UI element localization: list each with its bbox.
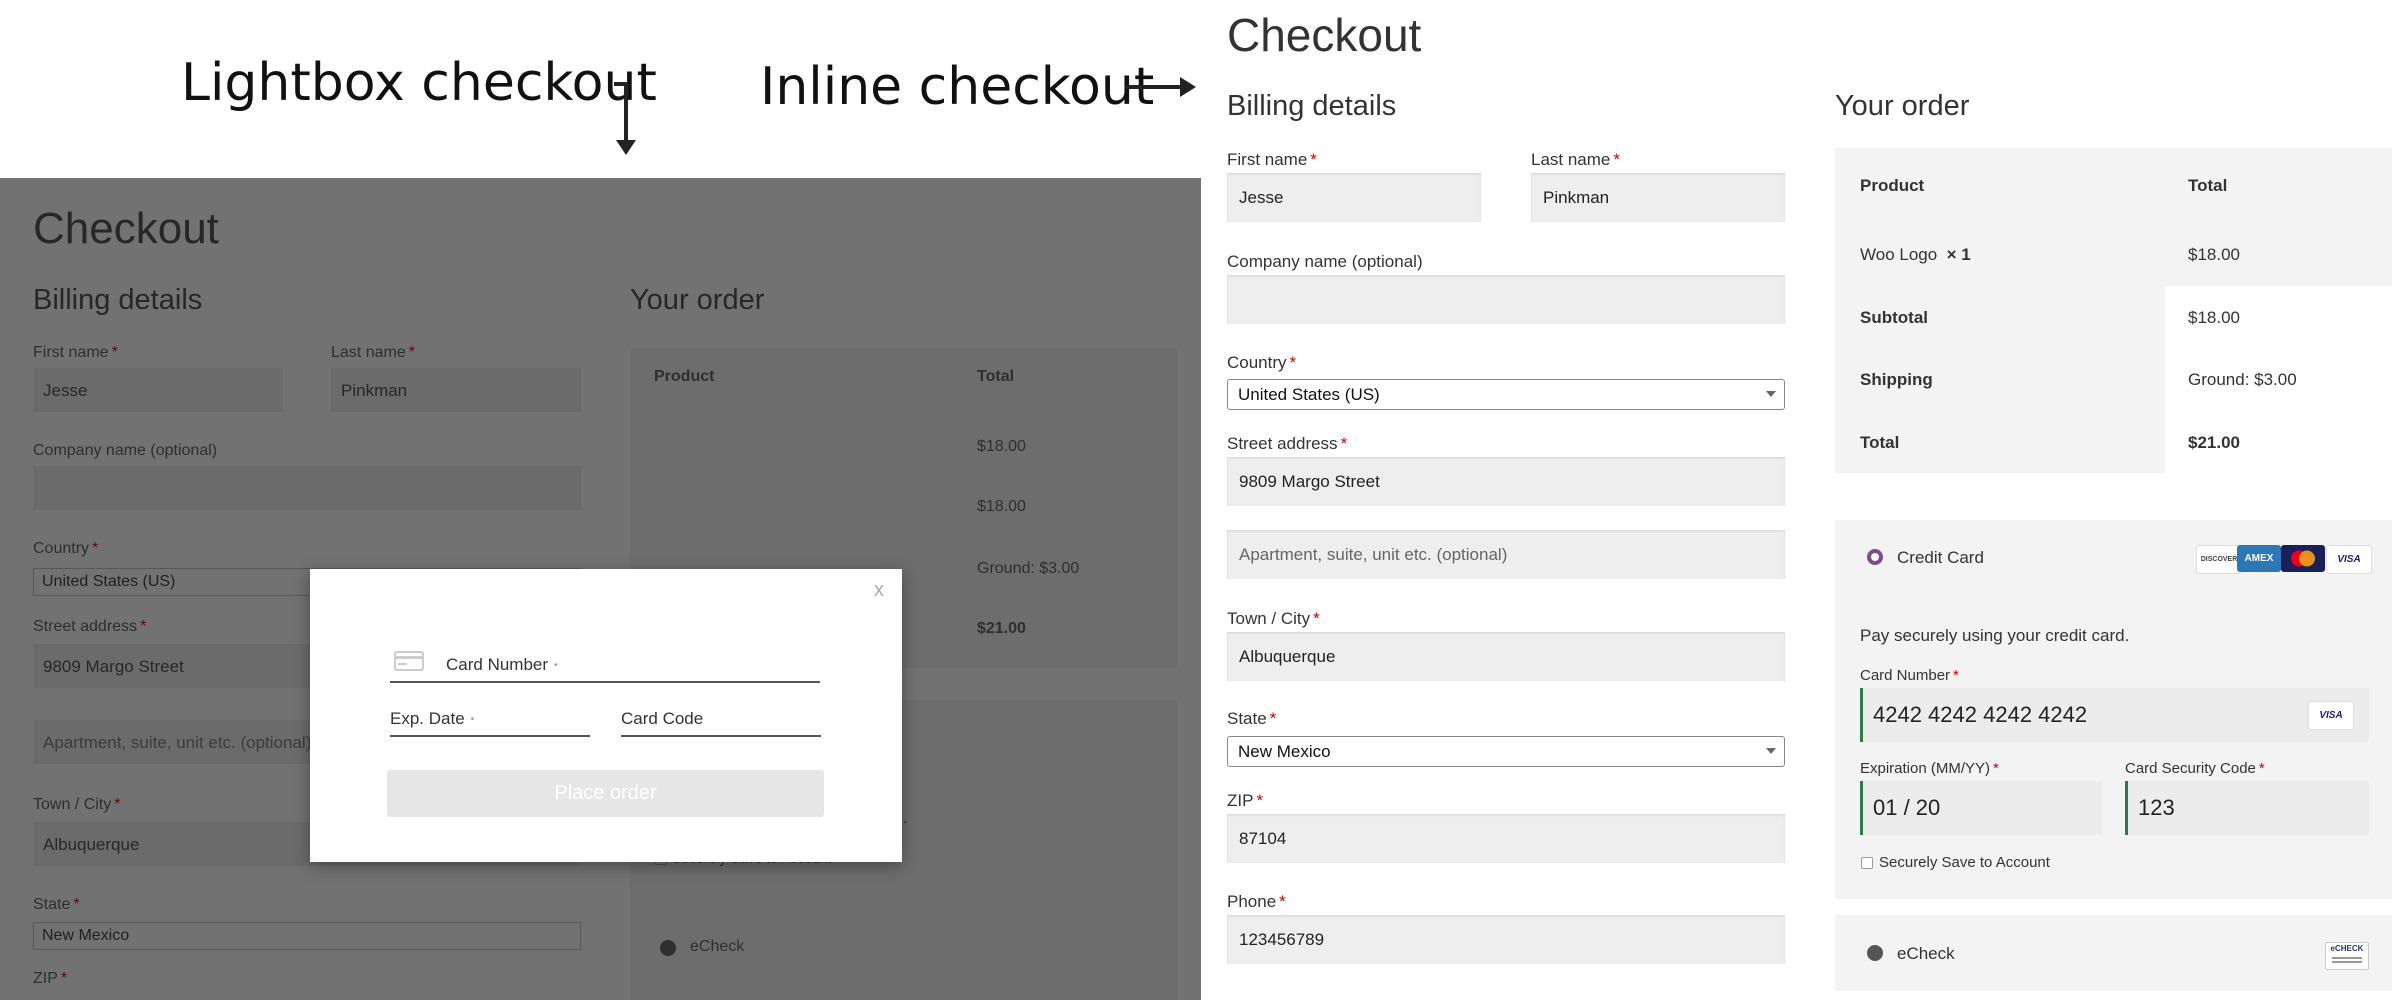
subtotal-label: Subtotal	[1860, 308, 1928, 327]
down-arrow-icon	[606, 82, 646, 158]
csc-field[interactable]: 123	[2125, 781, 2369, 835]
subtotal-value: $18.00	[2188, 308, 2240, 327]
card-number-label: Card Number *	[1860, 667, 1959, 684]
state-label: State*	[1227, 709, 1277, 728]
modal-exp-date-field[interactable]: Exp. Date •	[390, 699, 590, 737]
city-field[interactable]: Albuquerque	[1227, 632, 1785, 681]
state-select[interactable]: New Mexico	[1227, 736, 1785, 767]
last-name-label: Last name*	[1531, 150, 1621, 169]
chevron-down-icon	[1766, 391, 1776, 397]
total-value: $21.00	[2188, 433, 2240, 452]
expiration-field[interactable]: 01 / 20	[1860, 781, 2102, 835]
street2-field[interactable]: Apartment, suite, unit etc. (optional)	[1227, 530, 1785, 579]
first-name-field[interactable]: Jesse	[1227, 173, 1481, 222]
echeck-radio[interactable]	[1867, 945, 1883, 961]
zip-label: ZIP*	[1227, 791, 1264, 810]
credit-card-label: Credit Card	[1897, 548, 1984, 567]
billing-heading: Billing details	[1227, 90, 1397, 122]
first-name-label: First name*	[1227, 150, 1317, 169]
shipping-value: Ground: $3.00	[2188, 370, 2297, 389]
col-total: Total	[2188, 176, 2228, 195]
phone-field[interactable]: 123456789	[1227, 915, 1785, 964]
mastercard-logo-icon	[2281, 545, 2325, 572]
last-name-field[interactable]: Pinkman	[1531, 173, 1785, 222]
credit-card-radio[interactable]	[1867, 549, 1883, 565]
lightbox-checkout-panel: Checkout Billing details First name* Jes…	[0, 178, 1201, 1000]
echeck-logo-icon: eCHECK	[2325, 942, 2369, 970]
visa-icon: VISA	[2308, 701, 2354, 730]
modal-exp-date-label: Exp. Date	[390, 709, 465, 728]
expiration-label: Expiration (MM/YY) *	[1860, 760, 1999, 777]
country-label: Country*	[1227, 353, 1297, 372]
modal-card-number-label: Card Number	[446, 655, 549, 674]
street-label: Street address*	[1227, 434, 1348, 453]
card-number-field[interactable]: 4242 4242 4242 4242	[1860, 688, 2369, 742]
discover-logo-icon: DISCOVER	[2196, 545, 2242, 574]
page-title: Checkout	[1227, 9, 1422, 61]
place-order-button[interactable]: Place order	[387, 770, 824, 817]
company-label: Company name (optional)	[1227, 252, 1423, 271]
pay-description: Pay securely using your credit card.	[1860, 626, 2130, 645]
lightbox-modal: x Card Number • Exp. Date • Card Code Plac…	[310, 569, 902, 862]
order-heading: Your order	[1835, 90, 1970, 122]
city-label: Town / City*	[1227, 609, 1320, 628]
street-field[interactable]: 9809 Margo Street	[1227, 457, 1785, 506]
save-checkbox[interactable]	[1861, 857, 1873, 869]
modal-card-code-field[interactable]: Card Code	[621, 699, 821, 737]
close-icon[interactable]: x	[874, 579, 884, 602]
csc-label: Card Security Code *	[2125, 760, 2265, 777]
col-product: Product	[1860, 176, 1925, 195]
modal-card-code-label: Card Code	[621, 709, 704, 728]
total-label: Total	[1860, 433, 1900, 452]
chevron-down-icon	[1766, 748, 1776, 754]
visa-logo-icon: VISA	[2326, 545, 2372, 574]
amex-logo-icon: AMEX	[2237, 545, 2281, 572]
item-total: $18.00	[2188, 245, 2240, 264]
zip-field[interactable]: 87104	[1227, 814, 1785, 863]
save-label: Securely Save to Account	[1879, 854, 2050, 871]
inline-checkout-caption: Inline checkout	[760, 57, 1155, 117]
shipping-label: Shipping	[1860, 370, 1933, 389]
lightbox-checkout-caption: Lightbox checkout	[181, 53, 657, 113]
item-name: Woo Logo × 1	[1860, 245, 1971, 264]
order-table-bg	[1835, 148, 2392, 286]
phone-label: Phone *	[1227, 892, 1286, 911]
card-icon	[394, 651, 424, 676]
right-arrow-icon	[1124, 72, 1198, 102]
modal-card-number-field[interactable]: Card Number •	[390, 639, 820, 683]
echeck-label: eCheck	[1897, 944, 1955, 963]
country-select[interactable]: United States (US)	[1227, 379, 1785, 410]
company-field[interactable]	[1227, 275, 1785, 324]
